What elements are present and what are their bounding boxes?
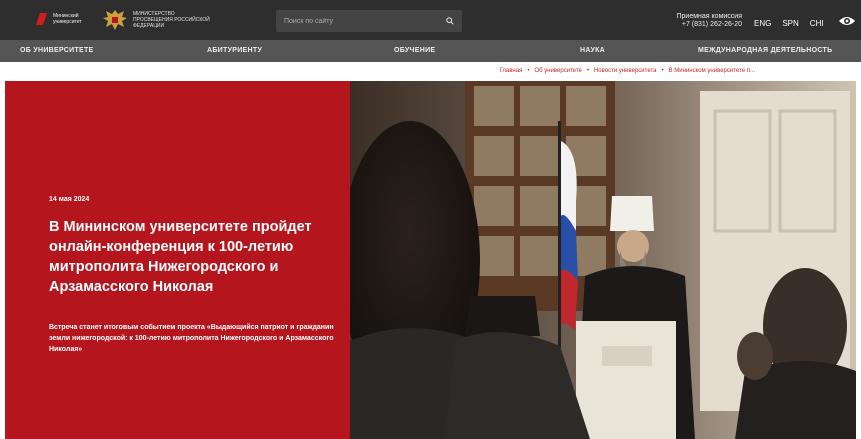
- eagle-emblem-icon: [103, 10, 127, 30]
- top-bar: Мининский университет Министерство просв…: [0, 0, 861, 40]
- lang-chi[interactable]: CHI: [810, 19, 824, 28]
- breadcrumb-separator: •: [586, 68, 589, 74]
- nav-about[interactable]: Об университете: [20, 47, 94, 54]
- search-input[interactable]: [284, 17, 446, 25]
- search-icon[interactable]: [446, 17, 454, 25]
- ministry-logo-text: Министерство просвещения Российской Феде…: [133, 11, 210, 29]
- lang-eng[interactable]: ENG: [754, 19, 771, 28]
- ministry-logo[interactable]: Министерство просвещения Российской Феде…: [102, 8, 213, 32]
- university-logo-text: Мининский университет: [53, 13, 82, 25]
- news-date: 14 мая 2024: [49, 196, 90, 203]
- lang-spn[interactable]: SPN: [782, 19, 798, 28]
- breadcrumb: Главная • Об университете • Новости унив…: [0, 62, 861, 81]
- admission-phone[interactable]: +7 (831) 262-26-20: [660, 21, 742, 29]
- breadcrumb-separator: •: [527, 68, 530, 74]
- nav-science[interactable]: Наука: [580, 47, 605, 54]
- admission-title: Приемная комиссия: [676, 13, 743, 20]
- search-box[interactable]: [276, 10, 462, 32]
- hero-text-panel: 14 мая 2024 В Мининском университете про…: [5, 81, 350, 439]
- hero-photo: [350, 81, 856, 439]
- news-description: Встреча станет итоговым событием проекта…: [49, 324, 334, 353]
- breadcrumb-current: В Мининском университете п...: [668, 68, 755, 74]
- nav-applicants[interactable]: Абитуриенту: [207, 47, 262, 54]
- logo-mark-icon: [36, 12, 49, 26]
- breadcrumb-news[interactable]: Новости университета: [594, 68, 657, 74]
- university-logo[interactable]: Мининский университет: [36, 12, 93, 26]
- breadcrumb-home[interactable]: Главная: [499, 68, 522, 74]
- nav-international[interactable]: Международная деятельность: [698, 47, 832, 54]
- main-nav: Об университете Абитуриенту Обучение Нау…: [0, 40, 861, 62]
- hero-banner: 14 мая 2024 В Мининском университете про…: [5, 81, 856, 439]
- news-title: В Мининском университете пройдет онлайн-…: [49, 219, 312, 295]
- accessibility-eye-icon[interactable]: [838, 15, 856, 27]
- admission-office[interactable]: Приемная комиссия +7 (831) 262-26-20: [660, 13, 743, 29]
- nav-education[interactable]: Обучение: [394, 47, 435, 54]
- breadcrumb-separator: •: [661, 68, 664, 74]
- breadcrumb-about[interactable]: Об университете: [534, 68, 581, 74]
- language-switcher: ENG SPN CHI: [754, 19, 824, 28]
